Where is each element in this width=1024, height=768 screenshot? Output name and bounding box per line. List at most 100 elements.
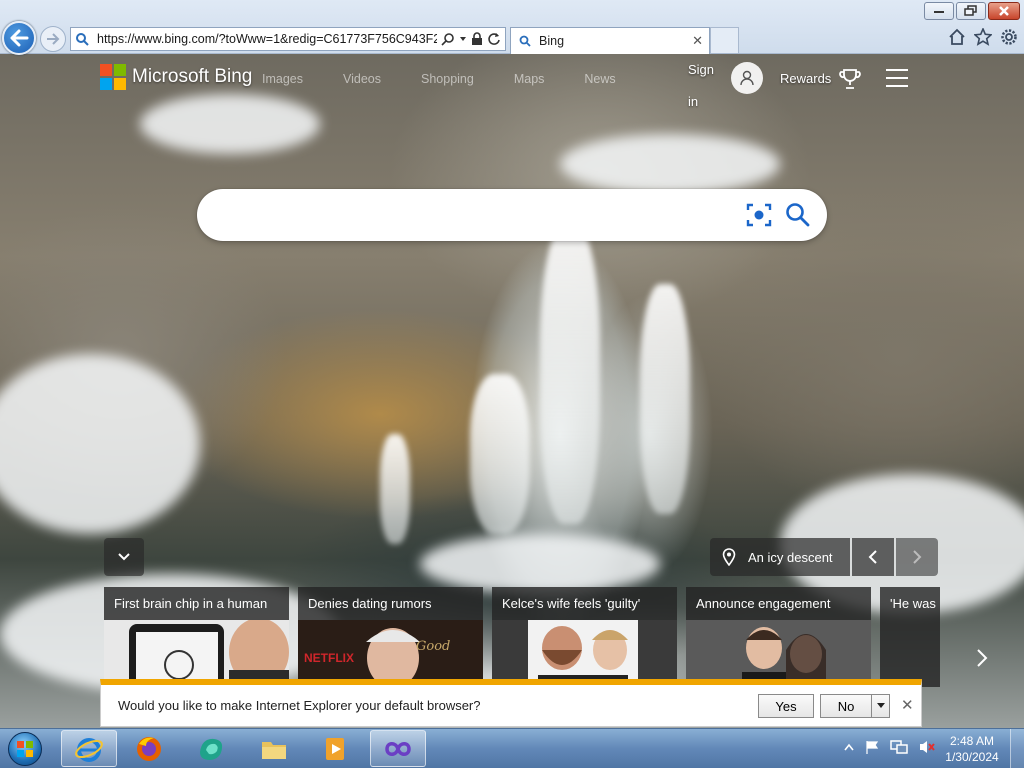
close-tab-button[interactable]: ✕: [692, 33, 703, 49]
copilot-icon: [200, 738, 223, 760]
user-icon: [740, 70, 754, 86]
taskbar-firefox[interactable]: [121, 730, 177, 767]
address-bar-icons: [441, 32, 501, 46]
favorites-star-icon[interactable]: [974, 28, 992, 46]
show-desktop-button[interactable]: [1010, 729, 1024, 768]
minimize-icon: [934, 11, 944, 13]
search-icon: [519, 35, 531, 47]
tab-title: Bing: [539, 34, 565, 48]
sign-in-link[interactable]: Sign in: [688, 54, 720, 118]
svg-text:NETFLIX: NETFLIX: [304, 651, 354, 665]
close-window-button[interactable]: [988, 2, 1020, 20]
forward-button[interactable]: [40, 26, 66, 52]
back-arrow-icon: [10, 29, 29, 47]
menu-icon-line: [886, 85, 908, 87]
tab-bing[interactable]: Bing ✕: [510, 27, 710, 54]
news-card-image: [104, 620, 289, 687]
close-notification-button[interactable]: ✕: [901, 696, 914, 714]
previous-image-button[interactable]: [852, 538, 894, 576]
avatar[interactable]: [731, 62, 763, 94]
back-button[interactable]: [2, 21, 36, 55]
nav-shopping[interactable]: Shopping: [421, 72, 474, 86]
taskbar: 2:48 AM 1/30/2024: [0, 728, 1024, 768]
microsoft-logo-icon: [100, 64, 126, 90]
next-image-button[interactable]: [896, 538, 938, 576]
taskbar-copilot[interactable]: [183, 730, 239, 767]
show-hidden-icons-icon[interactable]: [844, 743, 854, 751]
news-card[interactable]: Denies dating rumors NETFLIX Good: [298, 587, 483, 687]
image-location-text: An icy descent: [748, 549, 833, 565]
nav-maps[interactable]: Maps: [514, 72, 545, 86]
network-icon[interactable]: [890, 739, 908, 755]
folder-icon: [262, 741, 286, 759]
system-tray: [844, 739, 936, 755]
home-icon[interactable]: [948, 28, 966, 46]
taskbar-internet-explorer[interactable]: [61, 730, 117, 767]
restore-icon: [964, 5, 977, 16]
news-card-title: 'He was: [890, 596, 936, 611]
no-options-dropdown[interactable]: [872, 694, 890, 718]
news-card[interactable]: Announce engagement: [686, 587, 871, 687]
chevron-down-icon[interactable]: [459, 32, 467, 46]
new-tab-button[interactable]: [710, 27, 739, 53]
news-card-title: Kelce's wife feels 'guilty': [502, 596, 641, 611]
search-box: [197, 189, 827, 241]
media-player-icon: [326, 737, 344, 760]
menu-icon-line: [886, 69, 908, 71]
news-card[interactable]: Kelce's wife feels 'guilty': [492, 587, 677, 687]
logo-text: Microsoft Bing: [132, 66, 253, 87]
image-info-button[interactable]: An icy descent: [710, 538, 850, 576]
visual-search-icon[interactable]: [746, 202, 772, 228]
refresh-icon[interactable]: [487, 32, 501, 46]
taskbar-file-explorer[interactable]: [246, 730, 302, 767]
chevron-down-icon: [876, 703, 885, 708]
collapse-feed-button[interactable]: [104, 538, 144, 576]
address-bar[interactable]: https://www.bing.com/?toWww=1&redig=C617…: [70, 27, 506, 51]
news-card-image: [880, 620, 940, 687]
no-button-group: No: [820, 694, 890, 718]
no-button[interactable]: No: [820, 694, 872, 718]
search-input[interactable]: [219, 203, 739, 227]
clock-date: 1/30/2024: [945, 750, 999, 764]
chevron-right-icon: [913, 550, 922, 564]
search-dropdown-icon[interactable]: [441, 32, 455, 46]
firefox-icon: [137, 736, 161, 761]
news-card[interactable]: First brain chip in a human: [104, 587, 289, 687]
nav-news[interactable]: News: [584, 72, 615, 86]
window-controls: [924, 2, 1020, 20]
location-pin-icon: [722, 548, 736, 566]
news-card-title: First brain chip in a human: [114, 596, 268, 611]
notification-message: Would you like to make Internet Explorer…: [118, 698, 481, 713]
bing-header: Microsoft Bing Images Videos Shopping Ma…: [0, 54, 1024, 109]
browser-tools: [948, 28, 1018, 46]
taskbar-media-player[interactable]: [308, 730, 364, 767]
action-center-flag-icon[interactable]: [864, 739, 880, 755]
infinity-app-icon: [385, 741, 411, 756]
news-card[interactable]: 'He was: [880, 587, 940, 687]
bing-logo[interactable]: Microsoft Bing: [100, 64, 252, 90]
trophy-icon[interactable]: [838, 67, 862, 91]
clock-time: 2:48 AM: [949, 734, 995, 748]
minimize-button[interactable]: [924, 2, 954, 20]
restore-button[interactable]: [956, 2, 986, 20]
news-next-button[interactable]: [968, 640, 996, 676]
taskbar-visual-studio[interactable]: [370, 730, 426, 767]
system-clock[interactable]: 2:48 AM 1/30/2024: [940, 733, 1004, 765]
url-text[interactable]: https://www.bing.com/?toWww=1&redig=C617…: [97, 32, 437, 46]
internet-explorer-icon: [75, 737, 103, 762]
close-icon: [999, 6, 1009, 16]
news-card-image: NETFLIX Good: [298, 620, 483, 687]
lock-icon[interactable]: [471, 32, 483, 46]
chevron-left-icon: [868, 550, 877, 564]
nav-images[interactable]: Images: [262, 72, 303, 86]
menu-button[interactable]: [886, 69, 908, 87]
volume-muted-icon[interactable]: [918, 739, 936, 755]
svg-text:Good: Good: [416, 639, 450, 654]
forward-arrow-icon: [47, 33, 60, 45]
start-button[interactable]: [4, 730, 46, 768]
gear-icon[interactable]: [1000, 28, 1018, 46]
nav-videos[interactable]: Videos: [343, 72, 381, 86]
search-icon[interactable]: [785, 202, 811, 228]
rewards-link[interactable]: Rewards: [780, 71, 831, 86]
yes-button[interactable]: Yes: [758, 694, 814, 718]
